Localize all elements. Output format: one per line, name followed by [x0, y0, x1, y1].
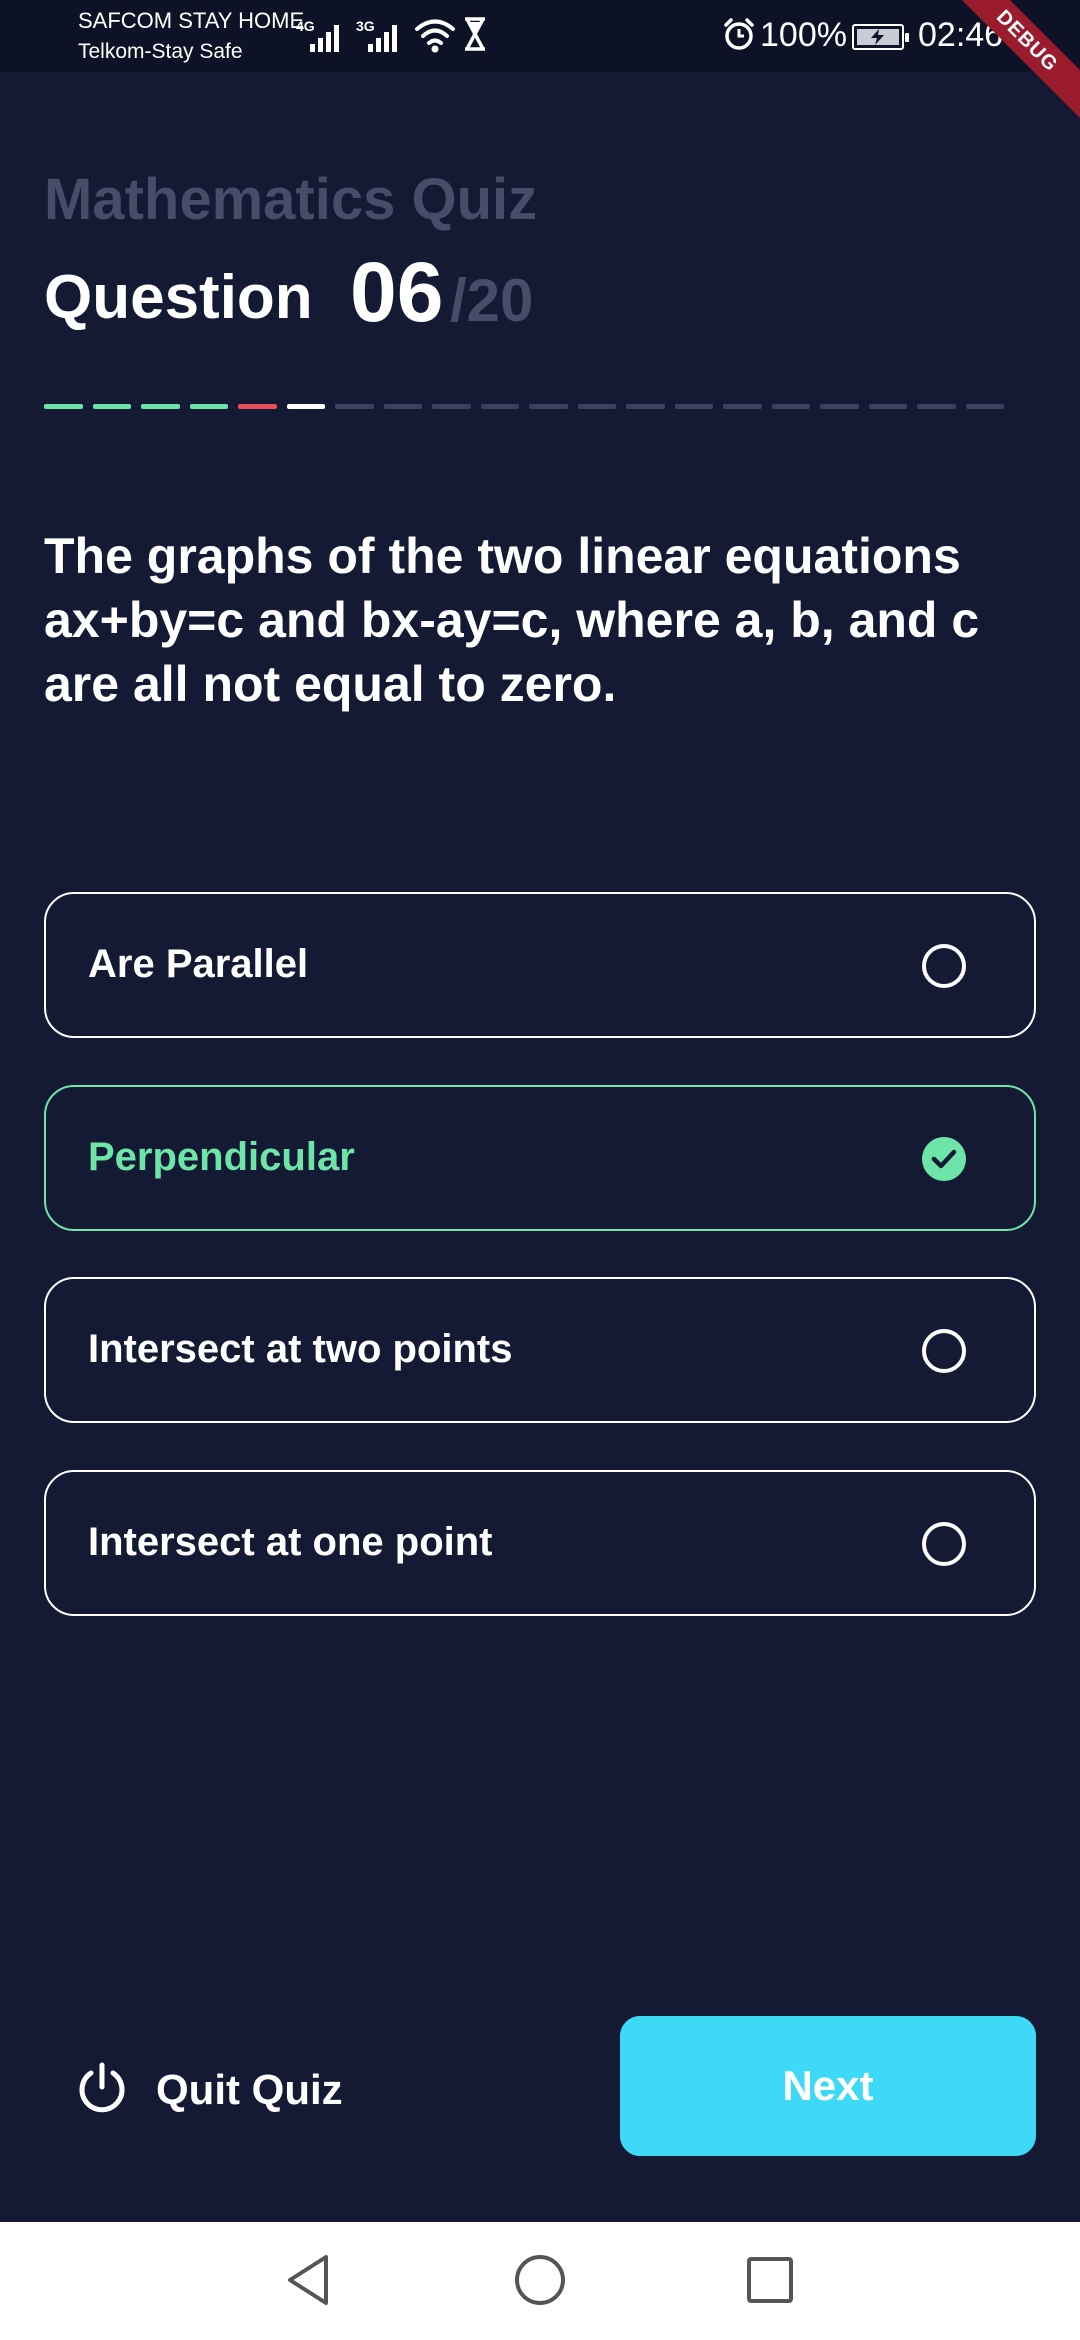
quiz-title: Mathematics Quiz: [44, 167, 538, 232]
battery-percentage: 100%: [760, 16, 847, 54]
progress-segment-correct: [189, 404, 228, 409]
carrier-name-primary: SAFCOM STAY HOME: [78, 8, 305, 33]
battery-charging-icon: [852, 24, 909, 50]
progress-segment-pending: [723, 404, 762, 409]
radio-empty-icon: [922, 944, 966, 988]
answer-option-perpendicular[interactable]: Perpendicular: [44, 1085, 1036, 1231]
progress-segment-pending: [529, 404, 568, 409]
progress-segment-correct: [44, 404, 83, 409]
home-circle-icon[interactable]: [512, 2252, 568, 2308]
progress-segment-pending: [771, 404, 810, 409]
answer-option-label: Intersect at one point: [88, 1520, 493, 1564]
answer-option-intersect-one-point[interactable]: Intersect at one point: [44, 1470, 1036, 1616]
question-number: 06: [350, 245, 444, 339]
wifi-icon: [415, 19, 455, 53]
alarm-icon: [724, 18, 754, 50]
progress-segment-correct: [92, 404, 131, 409]
progress-segment-pending: [577, 404, 616, 409]
quit-quiz-button[interactable]: Quit Quiz: [76, 2058, 356, 2118]
progress-segment-current: [286, 404, 325, 409]
recents-square-icon[interactable]: [744, 2252, 796, 2308]
progress-segment-pending: [432, 404, 471, 409]
answer-option-label: Intersect at two points: [88, 1327, 513, 1371]
status-bar: SAFCOM STAY HOME Telkom-Stay Safe 4G 3G …: [0, 0, 1080, 72]
progress-segment-pending: [335, 404, 374, 409]
carrier-name-secondary: Telkom-Stay Safe: [78, 40, 243, 63]
signal-icon: [310, 20, 346, 52]
quiz-progress-bar: [44, 404, 1004, 410]
progress-segment-pending: [480, 404, 519, 409]
progress-segment-correct: [141, 404, 180, 409]
progress-segment-wrong: [238, 404, 277, 409]
next-button[interactable]: Next: [620, 2016, 1036, 2156]
answer-option-intersect-two-points[interactable]: Intersect at two points: [44, 1277, 1036, 1423]
progress-segment-pending: [868, 404, 907, 409]
progress-segment-pending: [383, 404, 422, 409]
answer-option-label: Perpendicular: [88, 1135, 355, 1179]
question-label: Question: [44, 263, 313, 332]
answer-option-label: Are Parallel: [88, 942, 309, 986]
power-icon: [79, 2062, 125, 2113]
system-navigation-bar: [0, 2222, 1080, 2340]
quit-quiz-label: Quit Quiz: [156, 2066, 343, 2113]
progress-segment-pending: [626, 404, 665, 409]
radio-empty-icon: [922, 1329, 966, 1373]
progress-segment-pending: [965, 404, 1004, 409]
hourglass-icon: [465, 17, 485, 51]
back-triangle-icon[interactable]: [284, 2252, 332, 2308]
question-total: /20: [450, 267, 534, 334]
radio-empty-icon: [922, 1522, 966, 1566]
progress-segment-pending: [820, 404, 859, 409]
progress-segment-pending: [917, 404, 956, 409]
answer-option-are-parallel[interactable]: Are Parallel: [44, 892, 1036, 1038]
progress-segment-pending: [674, 404, 713, 409]
signal-icon-secondary: [368, 20, 404, 52]
check-circle-icon: [922, 1137, 966, 1181]
question-text: The graphs of the two linear equations a…: [44, 528, 980, 712]
